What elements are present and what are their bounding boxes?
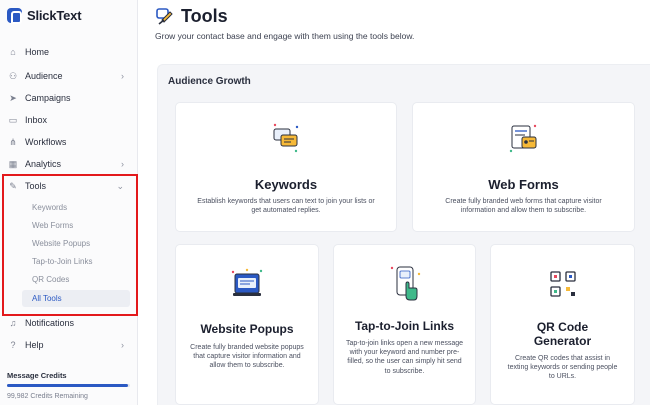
sidebar-item-workflows[interactable]: ⋔ Workflows (0, 132, 138, 152)
card-title: Website Popups (200, 322, 294, 336)
sidebar-subitem-tap-to-join-links[interactable]: Tap-to-Join Links (22, 253, 130, 270)
card-web-forms[interactable]: Web Forms Create fully branded web forms… (412, 102, 635, 232)
sidebar-item-inbox[interactable]: ▭ Inbox (0, 110, 138, 130)
tools-icon: ✎ (9, 180, 17, 191)
bell-icon: ♫ (9, 318, 17, 328)
sidebar-item-label: Analytics (25, 159, 62, 169)
page-subtitle: Grow your contact base and engage with t… (155, 31, 415, 41)
card-tap-to-join-links[interactable]: Tap-to-Join Links Tap-to-join links open… (333, 244, 476, 405)
card-title: QR Code Generator (533, 320, 592, 348)
card-website-popups[interactable]: Website Popups Create fully branded webs… (175, 244, 319, 405)
sidebar-item-campaigns[interactable]: ➤ Campaigns (0, 88, 138, 108)
campaigns-icon: ➤ (9, 92, 17, 103)
sidebar-item-tools[interactable]: ✎ Tools ⌄ (0, 176, 138, 196)
section-title: Audience Growth (168, 76, 251, 87)
brand-name: SlickText (27, 8, 82, 23)
sidebar-subitem-all-tools[interactable]: All Tools (22, 290, 130, 307)
sidebar-item-label: Inbox (25, 115, 48, 125)
sidebar-item-audience[interactable]: ⚇ Audience › (0, 66, 138, 86)
page-title: Tools (181, 6, 228, 26)
workflows-icon: ⋔ (9, 136, 17, 147)
audience-icon: ⚇ (8, 70, 18, 81)
sidebar-subitem-qr-codes[interactable]: QR Codes (22, 271, 130, 288)
card-qr-code-generator[interactable]: QR Code Generator Create QR codes that a… (490, 244, 635, 405)
card-title: Tap-to-Join Links (354, 319, 455, 333)
keywords-icon (273, 123, 299, 153)
inbox-icon: ▭ (8, 114, 18, 125)
home-icon: ⌂ (10, 47, 16, 57)
sidebar-item-label: Help (25, 340, 44, 350)
credits-title: Message Credits (7, 371, 67, 380)
sidebar-item-label: Audience (25, 71, 63, 81)
credits-progress-bar (7, 384, 130, 387)
chevron-right-icon: › (121, 340, 124, 350)
card-keywords[interactable]: Keywords Establish keywords that users c… (175, 102, 397, 232)
chevron-right-icon: › (121, 71, 124, 81)
analytics-icon: ▦ (8, 158, 18, 169)
brand-logo[interactable]: SlickText (7, 8, 82, 24)
sidebar-item-help[interactable]: ? Help › (0, 335, 138, 355)
help-icon: ? (10, 340, 16, 350)
chevron-down-icon: ⌄ (116, 180, 124, 191)
card-description: Tap-to-join links open a new message wit… (345, 340, 464, 375)
sidebar-item-label: Tools (25, 181, 47, 191)
card-description: Establish keywords that users can text t… (197, 198, 375, 215)
sidebar-subitem-web-forms[interactable]: Web Forms (22, 217, 130, 234)
card-description: Create QR codes that assist in texting k… (507, 355, 618, 381)
tap-to-join-icon (390, 266, 420, 301)
page-header: Tools (155, 6, 228, 27)
sidebar: SlickText ⌂ Home ⚇ Audience › ➤ Campaign… (0, 0, 138, 405)
qr-code-icon (549, 271, 576, 297)
credits-progress-fill (7, 384, 128, 387)
sidebar-item-label: Home (25, 47, 50, 57)
sidebar-item-label: Workflows (25, 137, 67, 147)
app: SlickText ⌂ Home ⚇ Audience › ➤ Campaign… (0, 0, 650, 405)
website-popups-icon (231, 268, 263, 296)
sidebar-item-label: Campaigns (25, 93, 71, 103)
sidebar-subitem-website-popups[interactable]: Website Popups (22, 235, 130, 252)
web-forms-icon (509, 124, 536, 153)
sidebar-subitem-keywords[interactable]: Keywords (22, 199, 130, 216)
sidebar-item-notifications[interactable]: ♫ Notifications (0, 313, 138, 333)
chevron-right-icon: › (121, 159, 124, 169)
card-description: Create fully branded web forms that capt… (445, 198, 602, 215)
sidebar-item-analytics[interactable]: ▦ Analytics › (0, 154, 138, 174)
logo-icon (7, 8, 22, 24)
card-title: Keywords (254, 177, 318, 192)
card-description: Create fully branded website popups that… (190, 344, 304, 370)
card-title: Web Forms (488, 177, 559, 192)
tools-icon (156, 7, 173, 25)
sidebar-item-home[interactable]: ⌂ Home (0, 42, 138, 62)
sidebar-item-label: Notifications (25, 318, 75, 328)
credits-remaining: 99,982 Credits Remaining (7, 393, 88, 400)
